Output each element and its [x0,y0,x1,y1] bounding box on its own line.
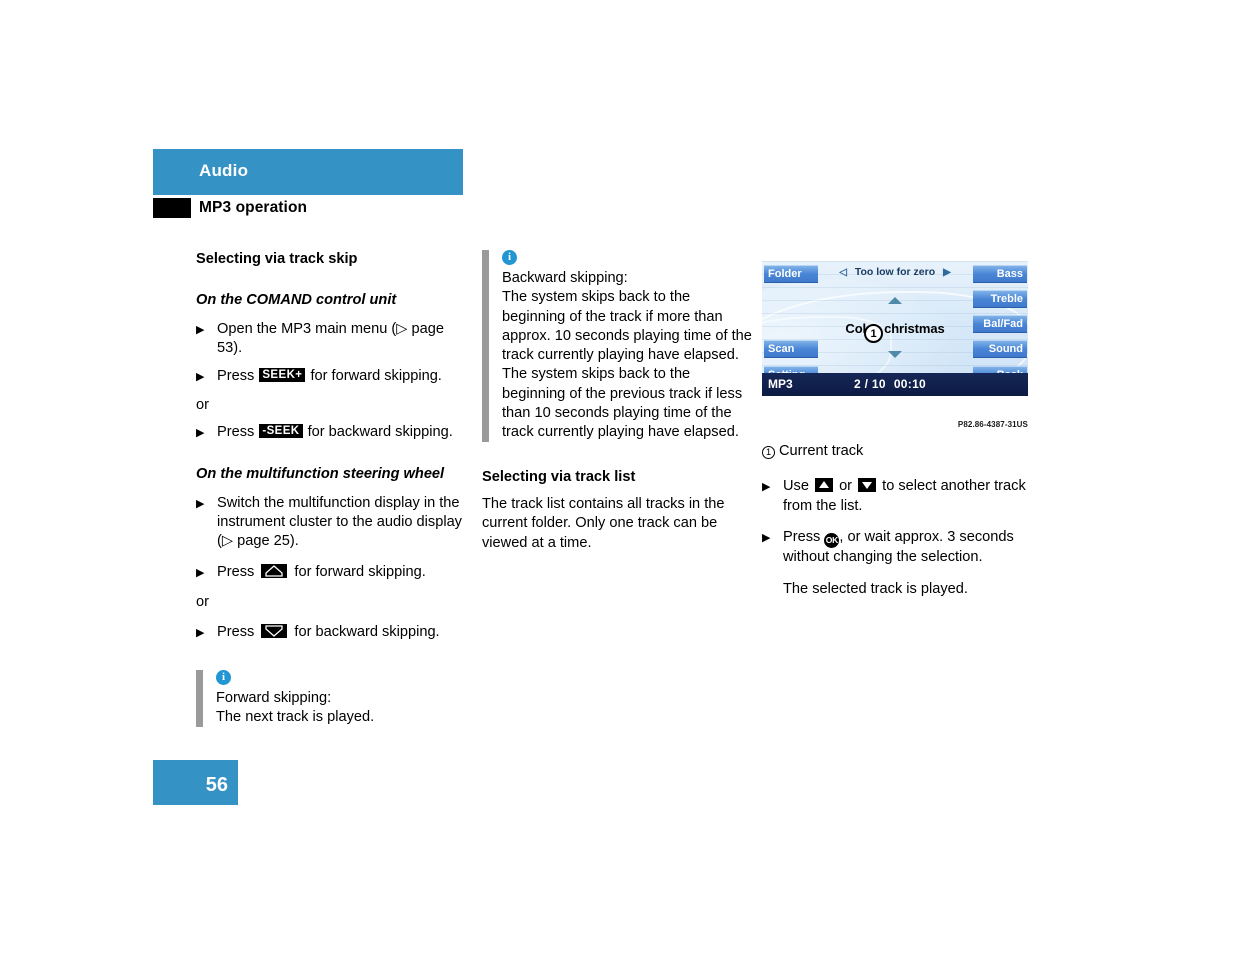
note-line: Forward skipping: [216,689,332,706]
list-item: ▶ Open the MP3 main menu (▷ page 53). [196,320,472,359]
page-number: 56 [205,774,228,796]
subsection-title: MP3 operation [199,199,308,216]
bullet-triangle-icon: ▶ [196,567,205,580]
note-left-rule [196,669,203,728]
label-press: Press [217,423,259,440]
scroll-up-triangle-icon[interactable] [888,297,902,304]
col2-note-box: i Backward skipping: The system skips ba… [482,250,754,443]
figure-reference-code: P82.86-4387-31US [957,420,1028,429]
list-item: ▶ Press for forward skipping. [196,563,472,583]
seek-plus-key: SEEK+ [259,368,306,383]
col2-body: The track list contains all tracks in th… [482,496,725,551]
col2-heading: Selecting via track list [482,469,636,486]
bullet-triangle-icon: ▶ [762,481,771,494]
bullet-triangle-icon: ▶ [196,371,205,384]
closing-text: The selected track is played. [783,581,968,597]
list-item: ▶ Press SEEK+ for forward skipping. [196,367,472,387]
list-item-text: Open the MP3 main menu (▷ page 53). [217,320,445,357]
up-arrow-key-icon [261,564,288,579]
column-three: 1 Current track ▶ Use or to select anothe… [762,442,1034,614]
callout-marker-1: 1 [864,324,884,343]
or-connector: or [196,397,209,414]
note-line: The system skips back to the beginning o… [502,366,743,440]
list-item: ▶ Switch the multifunction display in th… [196,494,472,552]
list-item-text: Press OK, or wait approx. 3 seconds with… [783,528,1034,567]
label-forward-skipping: for forward skipping. [290,564,426,581]
track-name-suffix: christmas [884,321,945,336]
label-press: Press [217,368,259,385]
column-one: Selecting via track skip On the COMAND c… [196,250,472,728]
or-connector: or [196,594,209,611]
header-black-marker [153,198,191,218]
track-name-prefix: Col [845,321,867,336]
down-arrow-key-icon [261,623,288,638]
bullet-triangle-icon: ▶ [196,626,205,639]
note-line: Backward skipping: [502,270,628,286]
label-backward-skipping: for backward skipping. [303,423,453,440]
label-use: Use [783,478,814,495]
list-item-text: Press -SEEK for backward skipping. [217,423,453,442]
list-item: ▶ Use or to select another track from th… [762,477,1034,516]
status-elapsed-time: 00:10 [893,377,927,391]
display-button-treble[interactable]: Treble [973,290,1027,307]
album-title-text: Too low for zero [854,266,936,278]
label-press: Press [783,528,825,545]
prev-arrow-icon[interactable]: ◁ [839,267,847,278]
note-line: The system skips back to the beginning o… [502,289,752,363]
section-title: Audio [199,161,249,180]
label-or: or [835,478,857,495]
label-press: Press [217,564,259,581]
bullet-triangle-icon: ▶ [762,531,771,544]
list-item-text: Press for forward skipping. [217,563,426,582]
col1-subheading-steering-wheel: On the multifunction steering wheel [196,465,445,482]
list-item-text: Press SEEK+ for forward skipping. [217,367,442,386]
info-icon: i [502,250,517,265]
label-forward-skipping: for forward skipping. [306,368,442,385]
display-status-bar: MP3 2 / 10 00:10 [762,373,1028,396]
seek-minus-key: -SEEK [259,423,303,438]
list-item: ▶ Press for backward skipping. [196,623,472,643]
comand-display-figure: ◁ Too low for zero ▶ Folder Scan Setting… [762,261,1028,396]
bullet-triangle-icon: ▶ [196,323,205,336]
legend-label: Current track [779,443,864,459]
list-item: ▶ Press -SEEK for backward skipping. [196,423,472,443]
down-arrow-key-icon [858,478,877,493]
status-source-label: MP3 [768,377,793,391]
ok-key-icon: OK [824,532,840,548]
column-two: i Backward skipping: The system skips ba… [482,250,754,553]
bullet-triangle-icon: ▶ [196,426,205,439]
status-track-position: 2 / 10 [854,377,886,391]
display-current-track: Col 1 christmas [762,321,1028,343]
note-line: The next track is played. [216,708,375,725]
col1-subheading-comand: On the COMAND control unit [196,291,397,308]
bullet-triangle-icon: ▶ [196,497,205,510]
list-item-text: Press for backward skipping. [217,623,440,642]
label-press: Press [217,623,259,640]
legend-number: 1 [762,446,775,459]
note-left-rule [482,250,489,443]
figure-legend: 1 Current track [762,442,1034,461]
display-button-folder[interactable]: Folder [764,265,818,282]
list-item-text: Switch the multifunction display in the … [217,494,462,550]
info-icon: i [216,669,231,685]
col1-heading: Selecting via track skip [196,251,358,267]
scroll-down-triangle-icon[interactable] [888,351,902,358]
next-arrow-icon[interactable]: ▶ [943,267,951,278]
section-header-bar: Audio [153,149,463,195]
col1-note-box: i Forward skipping: The next track is pl… [196,669,472,728]
display-button-bass[interactable]: Bass [973,265,1027,282]
status-track-and-time: 2 / 10 00:10 [854,377,926,391]
label-backward-skipping: for backward skipping. [290,623,440,640]
page-number-box: 56 [153,760,238,805]
up-arrow-key-icon [815,478,834,493]
list-item-text: Use or to select another track from the … [783,477,1034,516]
list-item: ▶ Press OK, or wait approx. 3 seconds wi… [762,528,1034,567]
